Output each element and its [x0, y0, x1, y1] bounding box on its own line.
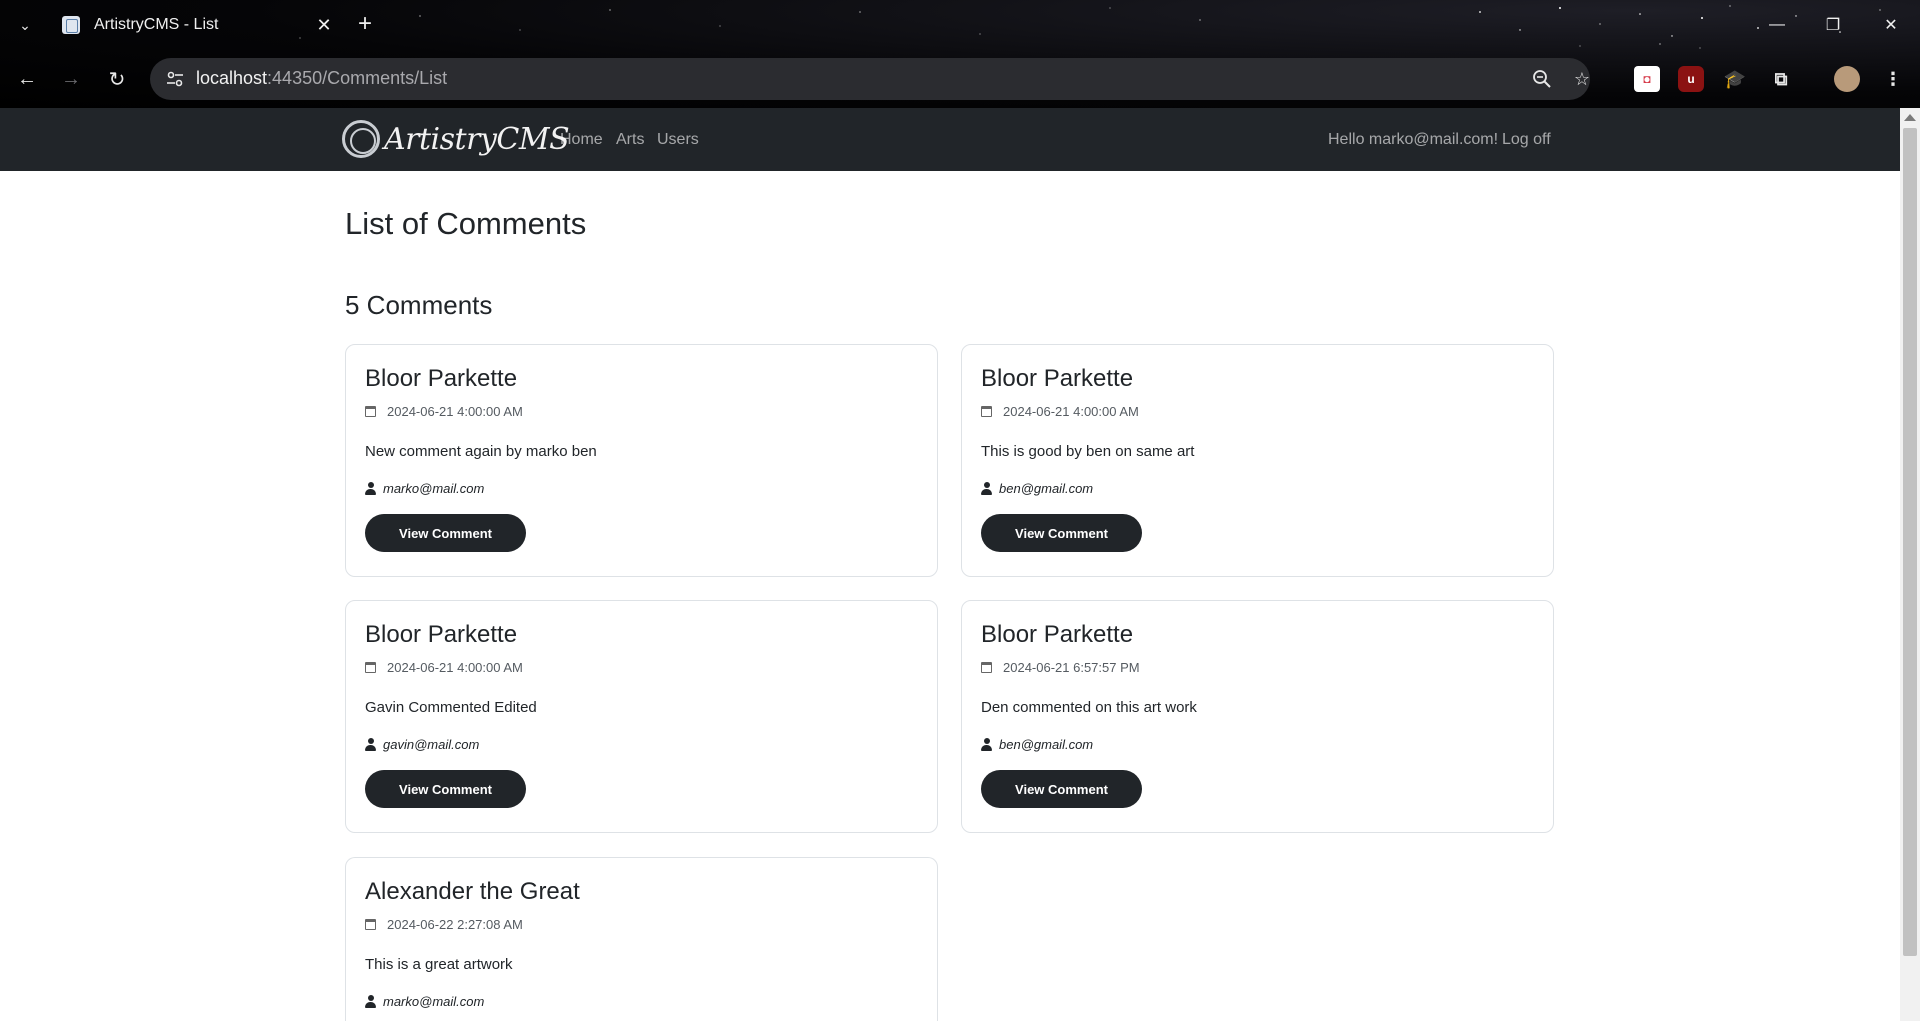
- comment-card: Bloor Parkette 2024-06-21 4:00:00 AM Gav…: [345, 600, 938, 833]
- view-comment-button[interactable]: View Comment: [981, 770, 1142, 808]
- restore-window-icon[interactable]: ❐: [1818, 10, 1848, 40]
- view-comment-button[interactable]: View Comment: [981, 514, 1142, 552]
- author-email: marko@mail.com: [383, 994, 485, 1009]
- brand-name: ArtistryCMS: [384, 121, 570, 157]
- browser-chrome: ⌄ ArtistryCMS - List ✕ + — ❐ ✕ ← → ↻ loc…: [0, 0, 1920, 108]
- date-text: 2024-06-21 6:57:57 PM: [1003, 660, 1140, 675]
- comment-text: New comment again by marko ben: [365, 443, 597, 460]
- comment-author: gavin@mail.com: [365, 737, 479, 752]
- author-email: ben@gmail.com: [999, 481, 1094, 496]
- address-bar[interactable]: localhost:44350/Comments/List ☆: [150, 58, 1590, 100]
- calendar-icon: [981, 662, 992, 673]
- calendar-icon: [365, 406, 376, 417]
- close-tab-icon[interactable]: ✕: [312, 15, 336, 36]
- art-title: Bloor Parkette: [365, 365, 518, 392]
- author-email: ben@gmail.com: [999, 737, 1094, 752]
- site-info-icon[interactable]: [164, 68, 186, 90]
- tab-search-chevron-icon[interactable]: ⌄: [14, 14, 36, 36]
- calendar-icon: [981, 406, 992, 417]
- date-text: 2024-06-21 4:00:00 AM: [1003, 404, 1139, 419]
- art-title: Alexander the Great: [365, 878, 580, 905]
- author-email: gavin@mail.com: [383, 737, 480, 752]
- page-scrollbar[interactable]: [1900, 108, 1920, 1021]
- comment-date: 2024-06-21 4:00:00 AM: [365, 660, 523, 675]
- date-text: 2024-06-22 2:27:08 AM: [387, 917, 523, 932]
- tab-strip: ⌄ ArtistryCMS - List ✕ + — ❐ ✕: [0, 0, 1920, 50]
- extensions-puzzle-icon[interactable]: ⧉: [1768, 66, 1794, 92]
- view-comment-button[interactable]: View Comment: [365, 514, 526, 552]
- page-title: List of Comments: [345, 206, 587, 241]
- browser-menu-icon[interactable]: ⋮: [1880, 66, 1906, 92]
- comment-author: marko@mail.com: [365, 994, 484, 1009]
- bookmark-star-icon[interactable]: ☆: [1570, 67, 1594, 91]
- site-navbar: ArtistryCMS Home Arts Users Hello marko@…: [0, 108, 1900, 171]
- comments-count: 5 Comments: [345, 290, 493, 320]
- scroll-up-arrow-icon[interactable]: [1904, 114, 1916, 121]
- comment-text: Den commented on this art work: [981, 699, 1197, 716]
- comment-card: Bloor Parkette 2024-06-21 6:57:57 PM Den…: [961, 600, 1554, 833]
- forward-arrow-icon[interactable]: →: [56, 64, 86, 94]
- comment-date: 2024-06-22 2:27:08 AM: [365, 917, 523, 932]
- browser-toolbar: ← → ↻ localhost:44350/Comments/List ☆: [0, 58, 1920, 100]
- page-favicon-icon: [62, 16, 80, 34]
- user-greeting-link[interactable]: Hello marko@mail.com!: [1328, 131, 1498, 149]
- brand-logo[interactable]: ArtistryCMS: [342, 120, 570, 158]
- user-icon: [981, 482, 992, 495]
- url-host: localhost: [196, 68, 268, 88]
- scrollbar-thumb[interactable]: [1903, 128, 1917, 956]
- extension-pocket-icon[interactable]: ◘: [1634, 66, 1660, 92]
- comment-author: ben@gmail.com: [981, 481, 1093, 496]
- user-icon: [365, 482, 376, 495]
- nav-users-link[interactable]: Users: [657, 131, 699, 149]
- author-email: marko@mail.com: [383, 481, 485, 496]
- url-text: localhost:44350/Comments/List: [196, 68, 447, 89]
- calendar-icon: [365, 662, 376, 673]
- brand-ring-icon: [342, 120, 380, 158]
- calendar-icon: [365, 919, 376, 930]
- reload-icon[interactable]: ↻: [102, 64, 132, 94]
- comment-author: ben@gmail.com: [981, 737, 1093, 752]
- comment-date: 2024-06-21 4:00:00 AM: [981, 404, 1139, 419]
- view-comment-button[interactable]: View Comment: [365, 770, 526, 808]
- profile-avatar[interactable]: [1834, 66, 1860, 92]
- art-title: Bloor Parkette: [981, 621, 1134, 648]
- comment-date: 2024-06-21 4:00:00 AM: [365, 404, 523, 419]
- comment-text: This is good by ben on same art: [981, 443, 1195, 460]
- nav-arts-link[interactable]: Arts: [616, 131, 644, 149]
- comment-author: marko@mail.com: [365, 481, 484, 496]
- back-arrow-icon[interactable]: ←: [12, 64, 42, 94]
- comment-card: Bloor Parkette 2024-06-21 4:00:00 AM New…: [345, 344, 938, 577]
- url-path: :44350/Comments/List: [267, 68, 448, 88]
- close-window-icon[interactable]: ✕: [1876, 10, 1906, 40]
- comment-card: Bloor Parkette 2024-06-21 4:00:00 AM Thi…: [961, 344, 1554, 577]
- date-text: 2024-06-21 4:00:00 AM: [387, 404, 523, 419]
- date-text: 2024-06-21 4:00:00 AM: [387, 660, 523, 675]
- extension-ublock-icon[interactable]: u: [1678, 66, 1704, 92]
- nav-home-link[interactable]: Home: [560, 131, 603, 149]
- comment-text: This is a great artwork: [365, 956, 513, 973]
- zoom-icon[interactable]: [1530, 67, 1554, 91]
- user-icon: [365, 995, 376, 1008]
- new-tab-plus-icon[interactable]: +: [352, 12, 378, 38]
- extension-graduation-cap-icon[interactable]: 🎓: [1722, 66, 1748, 92]
- minimize-icon[interactable]: —: [1762, 10, 1792, 40]
- user-icon: [365, 738, 376, 751]
- comment-date: 2024-06-21 6:57:57 PM: [981, 660, 1140, 675]
- comment-text: Gavin Commented Edited: [365, 699, 537, 716]
- comment-card: Alexander the Great 2024-06-22 2:27:08 A…: [345, 857, 938, 1021]
- active-tab[interactable]: ArtistryCMS - List ✕: [56, 8, 336, 42]
- art-title: Bloor Parkette: [365, 621, 518, 648]
- logoff-link[interactable]: Log off: [1502, 131, 1551, 149]
- user-icon: [981, 738, 992, 751]
- tab-title: ArtistryCMS - List: [94, 16, 219, 33]
- art-title: Bloor Parkette: [981, 365, 1134, 392]
